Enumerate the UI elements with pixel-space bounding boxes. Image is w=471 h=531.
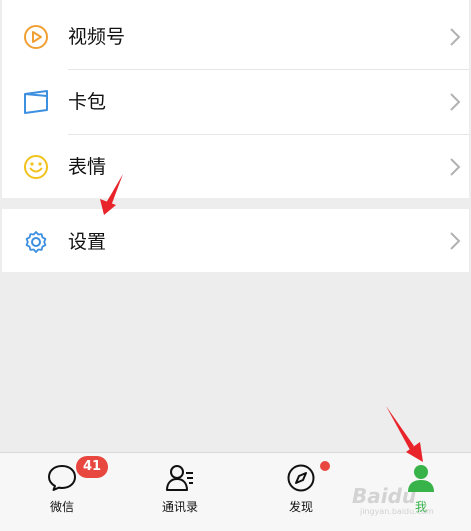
watermark-url: jingyan.baidu.com	[360, 507, 434, 516]
compass-icon	[287, 464, 315, 492]
chat-bubble-icon	[48, 465, 76, 491]
menu-item-label: 表情	[68, 156, 107, 178]
tab-discover[interactable]: 发现	[242, 453, 360, 531]
watermark-logo: Baidu	[352, 484, 417, 508]
tab-label: 发现	[288, 500, 313, 514]
card-wallet-icon	[24, 90, 48, 114]
chevron-right-icon	[450, 93, 461, 111]
menu-item-channels[interactable]: 视频号	[2, 5, 469, 70]
tab-label: 微信	[49, 500, 74, 514]
tab-contacts[interactable]: 通讯录	[121, 453, 239, 531]
chevron-right-icon	[450, 232, 461, 250]
unread-badge: 41	[76, 456, 108, 478]
tab-label: 通讯录	[161, 500, 198, 514]
notification-dot	[320, 461, 330, 471]
menu-item-label: 视频号	[68, 26, 126, 48]
menu-item-settings[interactable]: 设置	[2, 209, 469, 272]
menu-item-label: 卡包	[68, 91, 107, 113]
menu-group-top: 视频号 卡包 表情	[2, 0, 469, 198]
contacts-icon	[166, 465, 193, 491]
smiley-icon	[24, 155, 48, 179]
menu-item-stickers[interactable]: 表情	[2, 134, 469, 199]
menu-group-settings: 设置	[2, 209, 469, 272]
play-circle-icon	[24, 25, 48, 49]
chevron-right-icon	[450, 28, 461, 46]
menu-item-label: 设置	[68, 231, 107, 253]
gear-icon	[25, 231, 47, 253]
chevron-right-icon	[450, 158, 461, 176]
tab-chats[interactable]: 41 微信	[3, 453, 121, 531]
menu-item-cards[interactable]: 卡包	[2, 70, 469, 135]
